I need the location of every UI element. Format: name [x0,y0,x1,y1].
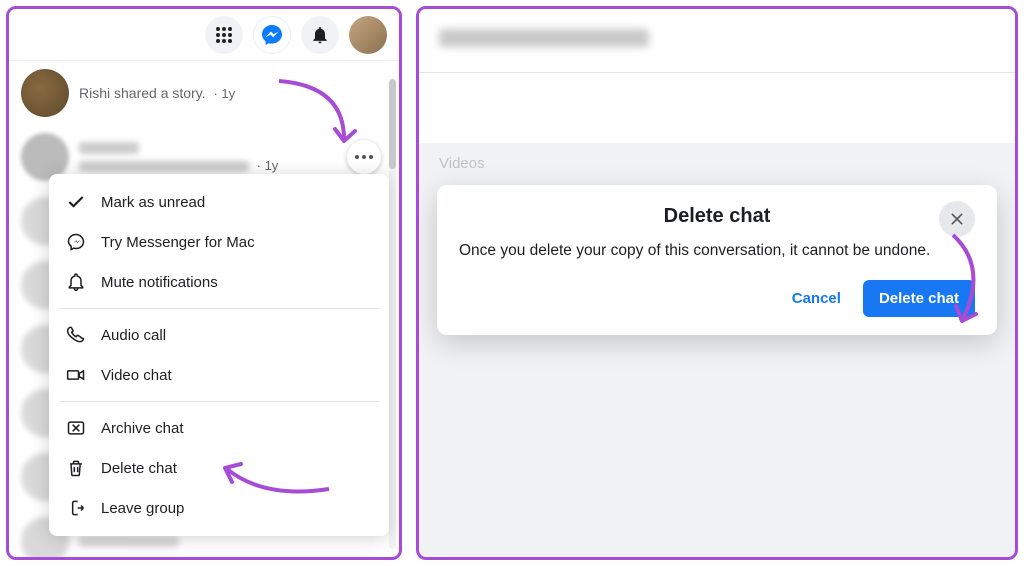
menu-archive[interactable]: Archive chat [49,408,389,448]
menu-label: Archive chat [101,420,184,437]
topbar [9,9,399,61]
archive-icon [65,417,87,439]
chat-preview-text: Rishi shared a story. [79,85,206,101]
left-screenshot: Rishi shared a story. · 1y · 1y Mark as … [6,6,402,560]
check-icon [65,191,87,213]
delete-chat-modal: Delete chat Once you delete your copy of… [437,185,997,335]
avatar[interactable] [349,16,387,54]
chat-context-menu: Mark as unread Try Messenger for Mac Mut… [49,174,389,536]
messenger-icon[interactable] [253,16,291,54]
delete-chat-button[interactable]: Delete chat [863,280,975,317]
messenger-outline-icon [65,231,87,253]
tab-videos[interactable]: Videos [419,143,1015,180]
chat-time: · 1y [213,86,235,101]
bell-icon[interactable] [301,16,339,54]
chat-time: · 1y [253,158,278,173]
scrollbar[interactable] [389,79,396,549]
modal-title: Delete chat [664,205,771,228]
cancel-button[interactable]: Cancel [780,282,853,315]
trash-icon [65,457,87,479]
menu-leave-group[interactable]: Leave group [49,488,389,528]
menu-delete-chat[interactable]: Delete chat [49,448,389,488]
modal-body-text: Once you delete your copy of this conver… [459,242,975,260]
menu-divider [59,401,379,402]
chat-list-item[interactable]: Rishi shared a story. · 1y [9,61,399,125]
menu-label: Mark as unread [101,194,205,211]
more-options-button[interactable] [347,140,381,174]
menu-mark-unread[interactable]: Mark as unread [49,182,389,222]
menu-label: Video chat [101,367,172,384]
chat-avatar [21,69,69,117]
phone-icon [65,324,87,346]
menu-label: Delete chat [101,460,177,477]
menu-label: Try Messenger for Mac [101,234,255,251]
menu-label: Leave group [101,500,184,517]
close-button[interactable] [939,201,975,237]
apps-icon[interactable] [205,16,243,54]
menu-video-chat[interactable]: Video chat [49,355,389,395]
menu-mute[interactable]: Mute notifications [49,262,389,302]
menu-label: Mute notifications [101,274,218,291]
menu-divider [59,308,379,309]
chat-preview: · 1y [79,141,387,173]
right-screenshot: Videos Delete chat Once you delete your … [416,6,1018,560]
menu-try-messenger[interactable]: Try Messenger for Mac [49,222,389,262]
chat-preview: Rishi shared a story. · 1y [79,85,387,101]
video-icon [65,364,87,386]
bell-outline-icon [65,271,87,293]
conversation-title-redacted [439,29,649,47]
conversation-header [419,9,1015,73]
leave-icon [65,497,87,519]
menu-audio-call[interactable]: Audio call [49,315,389,355]
close-icon [949,211,965,227]
menu-label: Audio call [101,327,166,344]
